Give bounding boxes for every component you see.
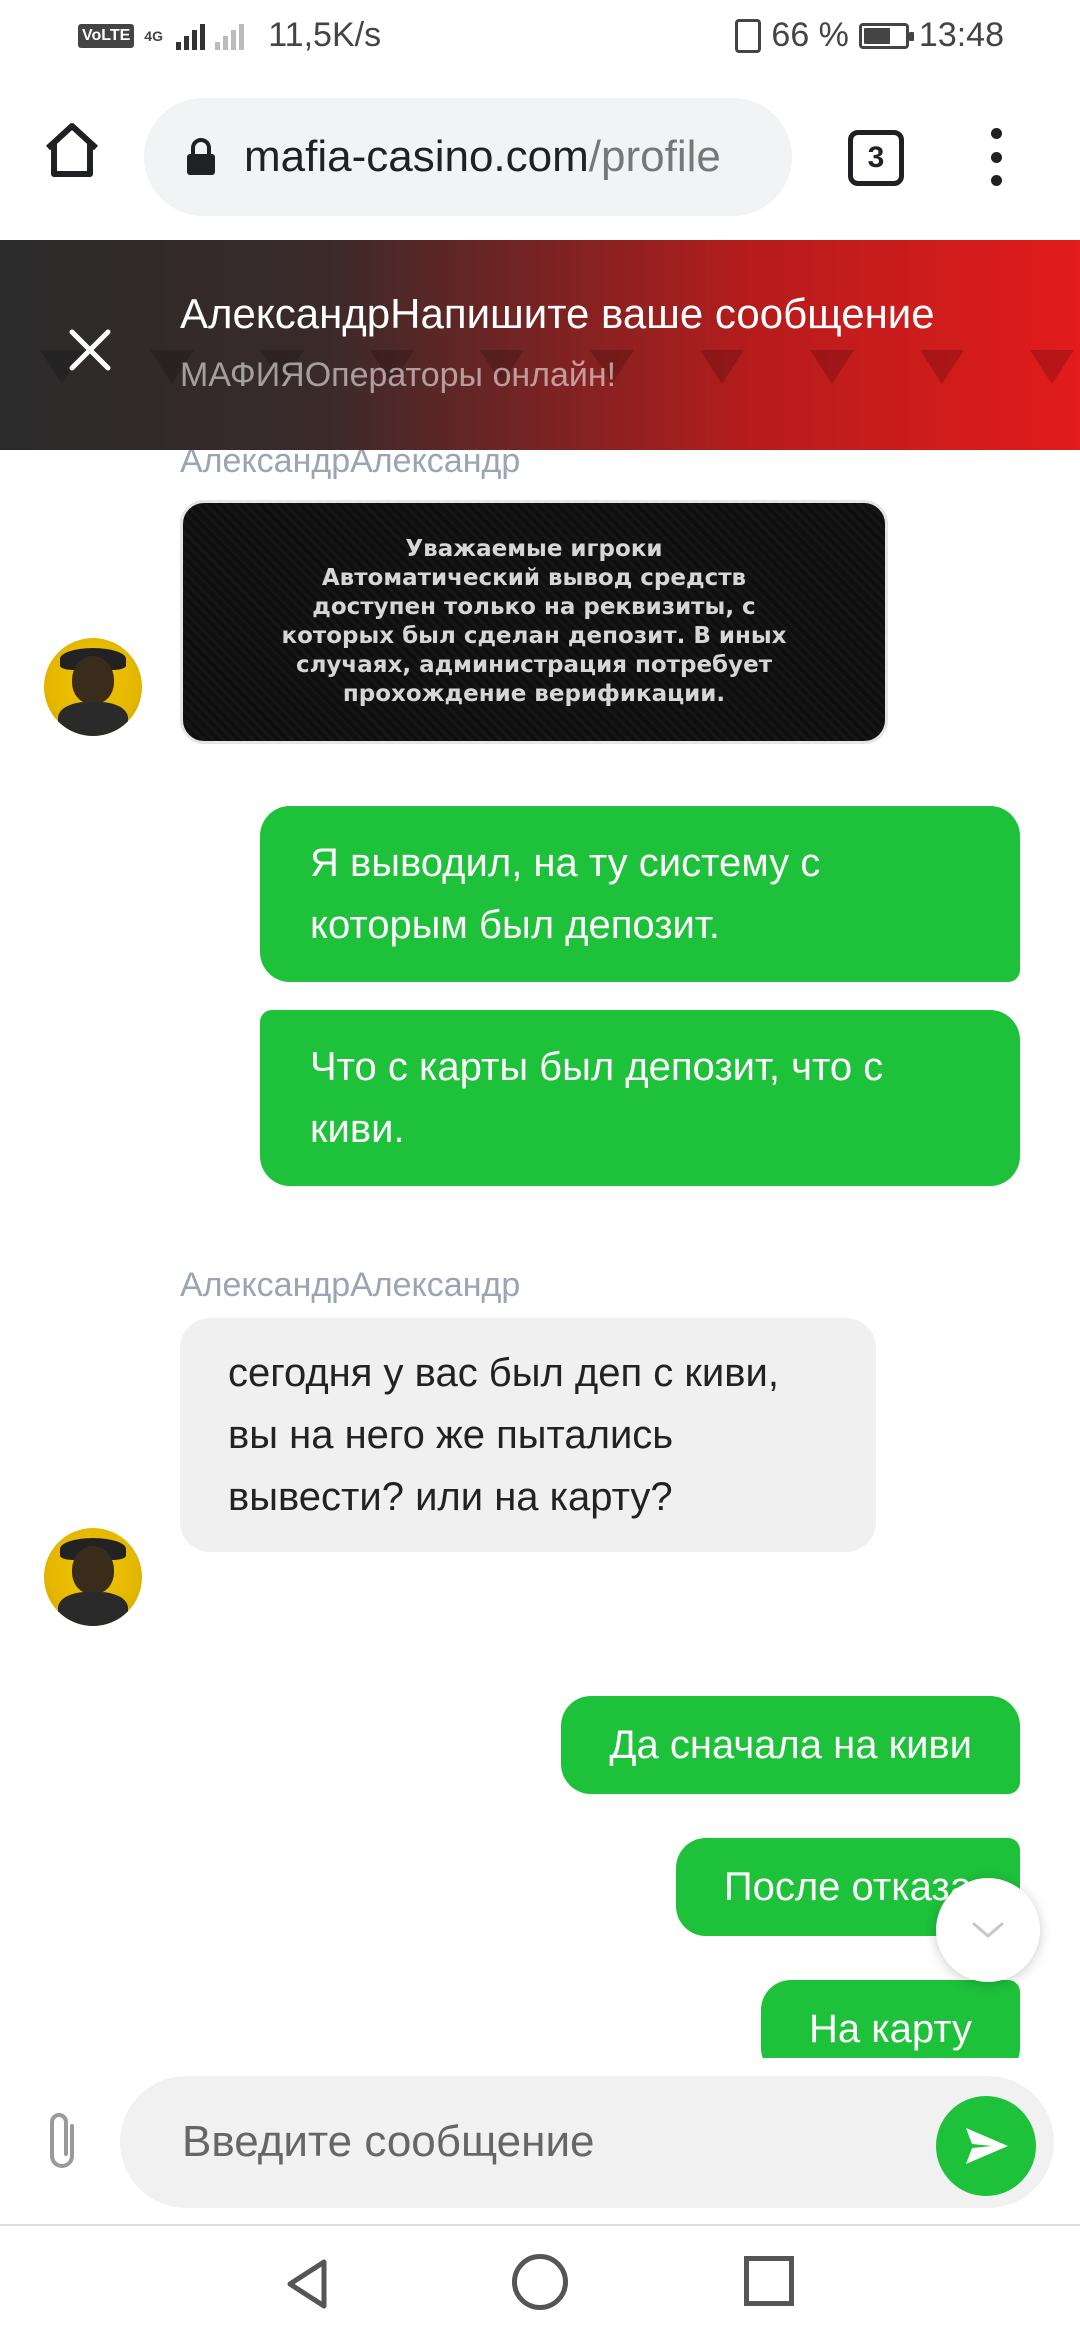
tab-switcher-button[interactable]: 3 [848, 130, 904, 186]
message-list[interactable]: АлександрАлександр Уважаемые игроки Авто… [0, 450, 1080, 2058]
outgoing-message: Я выводил, на ту систему с которым был д… [260, 806, 1020, 982]
attach-icon[interactable] [36, 2106, 92, 2178]
volte-badge: VoLTE [78, 23, 135, 48]
message-input[interactable]: Введите сообщение [120, 2076, 1054, 2208]
signal-2-icon [215, 22, 245, 50]
message-composer: Введите сообщение [0, 2058, 1080, 2226]
recent-apps-icon[interactable] [744, 2256, 794, 2306]
signal-icon [176, 22, 206, 50]
home-icon[interactable] [40, 118, 104, 182]
operator-avatar [44, 638, 142, 736]
network-speed: 11,5K/s [268, 16, 382, 54]
system-nav-bar [0, 2226, 1080, 2340]
home-nav-icon[interactable] [512, 2254, 568, 2310]
outgoing-message: Что с карты был депозит, что с киви. [260, 1010, 1020, 1186]
url-path: /profile [588, 132, 721, 181]
message-author: АлександрАлександр [180, 450, 521, 480]
close-icon[interactable] [60, 320, 120, 380]
send-button[interactable] [936, 2096, 1036, 2196]
url-domain: mafia-casino.com [244, 132, 589, 181]
image-message-text: Уважаемые игроки Автоматический вывод ср… [281, 536, 787, 707]
vibrate-icon [735, 18, 762, 53]
pattern-decoration [1030, 350, 1074, 384]
chat-header: АлександрНапишите ваше сообщение МАФИЯОп… [0, 240, 1080, 450]
operator-avatar [44, 1528, 142, 1626]
battery-icon [858, 22, 914, 49]
message-author: АлександрАлександр [180, 1266, 521, 1304]
battery-percent: 66 % [771, 16, 849, 54]
outgoing-message: На карту [760, 1980, 1020, 2058]
chat-subtitle: МАФИЯОператоры онлайн! [180, 356, 617, 394]
scroll-down-button[interactable] [936, 1878, 1040, 1982]
chevron-down-icon [972, 1922, 1004, 1938]
incoming-message: сегодня у вас был деп с киви, вы на него… [180, 1318, 876, 1552]
chat-title: АлександрНапишите ваше сообщение [180, 290, 935, 337]
url-text: mafia-casino.com/profile [244, 132, 721, 182]
send-icon [966, 2128, 1008, 2164]
browser-toolbar: mafia-casino.com/profile 3 [0, 72, 1080, 240]
clock: 13:48 [918, 16, 1004, 54]
pattern-decoration [810, 350, 854, 384]
back-icon[interactable] [278, 2254, 338, 2314]
image-message[interactable]: Уважаемые игроки Автоматический вывод ср… [180, 500, 888, 744]
pattern-decoration [920, 350, 964, 384]
battery-fill [863, 27, 891, 44]
address-bar[interactable]: mafia-casino.com/profile [144, 98, 792, 216]
pattern-decoration [700, 350, 744, 384]
outgoing-message: Да сначала на киви [561, 1696, 1020, 1794]
network-type: 4G [144, 27, 163, 44]
lock-icon [187, 138, 215, 175]
status-bar: VoLTE 4G 11,5K/s 66 % 13:48 [0, 0, 1080, 72]
overflow-menu-icon[interactable] [976, 122, 1016, 192]
